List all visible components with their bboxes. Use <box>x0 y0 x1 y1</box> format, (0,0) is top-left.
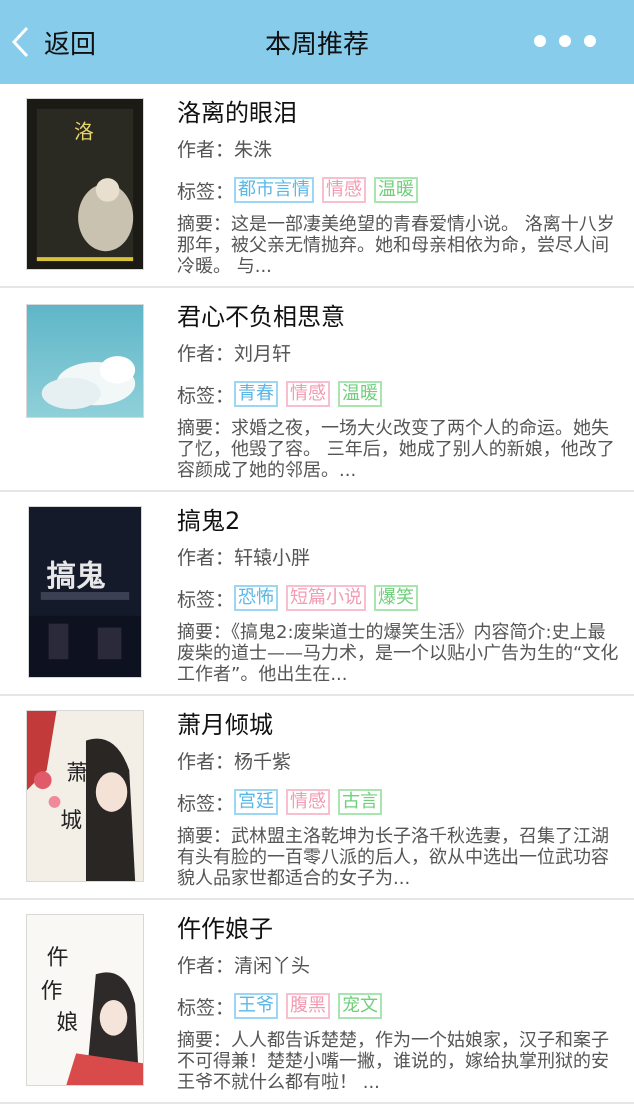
svg-text:城: 城 <box>60 809 82 834</box>
book-title: 仵作娘子 <box>177 915 273 943</box>
book-cover: 萧 城 <box>26 710 144 882</box>
book-item[interactable]: 搞鬼 搞鬼2 作者：轩辕小胖 标签： 恐怖 短篇小说 爆笑 摘要：《搞鬼2:废柴… <box>0 492 634 696</box>
tag[interactable]: 温暖 <box>338 381 383 407</box>
book-title: 君心不负相思意 <box>177 303 345 331</box>
svg-text:萧: 萧 <box>66 761 88 786</box>
svg-text:搞鬼: 搞鬼 <box>47 559 106 593</box>
tag[interactable]: 王爷 <box>234 993 279 1019</box>
book-item[interactable]: 君心不负相思意 作者：刘月轩 标签： 青春 情感 温暖 摘要：求婚之夜，一场大火… <box>0 288 634 492</box>
book-item[interactable]: 洛 洛离的眼泪 作者：朱洙 标签： 都市言情 情感 温暖 摘要：这是一部凄美绝望… <box>0 84 634 288</box>
book-summary: 摘要：武林盟主洛乾坤为长子洛千秋选妻，召集了江湖有头有脸的一百零八派的后人，欲从… <box>177 826 609 889</box>
tag[interactable]: 爆笑 <box>374 585 419 611</box>
tag[interactable]: 短篇小说 <box>286 585 367 611</box>
book-list: 洛 洛离的眼泪 作者：朱洙 标签： 都市言情 情感 温暖 摘要：这是一部凄美绝望… <box>0 84 634 1104</box>
svg-text:娘: 娘 <box>56 1011 78 1036</box>
cover-title-text: 洛 <box>74 120 94 143</box>
top-navbar: 返回 本周推荐 <box>0 0 634 84</box>
book-item[interactable]: 萧 城 萧月倾城 作者：杨千紫 标签： 宫廷 情感 古言 摘要：武林盟主洛乾坤为… <box>0 696 634 900</box>
book-item[interactable]: 仵 作 娘 仵作娘子 作者：清闲丫头 标签： 王爷 腹黑 宠文 摘要：人人都告诉… <box>0 900 634 1104</box>
tag-row: 标签： 王爷 腹黑 宠文 <box>177 986 620 1026</box>
tag[interactable]: 情感 <box>322 177 367 203</box>
book-cover: 搞鬼 <box>28 506 142 678</box>
more-dots-icon <box>534 35 546 47</box>
tag[interactable]: 都市言情 <box>234 177 315 203</box>
tag-row: 标签： 都市言情 情感 温暖 <box>177 170 620 210</box>
book-cover <box>26 304 144 418</box>
tag[interactable]: 情感 <box>286 789 331 815</box>
tag[interactable]: 青春 <box>234 381 279 407</box>
book-author: 作者：轩辕小胖 <box>177 547 311 569</box>
book-summary: 摘要：求婚之夜，一场大火改变了两个人的命运。她失了忆，他毁了容。 三年后，她成了… <box>177 418 615 481</box>
book-summary: 摘要：这是一部凄美绝望的青春爱情小说。 洛离十八岁那年，被父亲无情抛弃。她和母亲… <box>177 214 615 277</box>
book-author: 作者：杨千紫 <box>177 751 292 773</box>
tag-row: 标签： 宫廷 情感 古言 <box>177 782 620 822</box>
more-dots-icon <box>559 35 571 47</box>
tag-row: 标签： 恐怖 短篇小说 爆笑 <box>177 578 620 618</box>
tag[interactable]: 宠文 <box>338 993 383 1019</box>
tag[interactable]: 恐怖 <box>234 585 279 611</box>
tag[interactable]: 古言 <box>338 789 383 815</box>
tag[interactable]: 温暖 <box>374 177 419 203</box>
tags-label: 标签： <box>177 588 235 611</box>
book-cover: 洛 <box>26 98 144 270</box>
book-title: 洛离的眼泪 <box>177 99 297 127</box>
tags-label: 标签： <box>177 792 235 815</box>
book-author: 作者：刘月轩 <box>177 343 292 365</box>
book-title: 搞鬼2 <box>177 507 241 535</box>
more-dots-icon <box>584 35 596 47</box>
book-author: 作者：清闲丫头 <box>177 955 311 977</box>
tag[interactable]: 腹黑 <box>286 993 331 1019</box>
tags-label: 标签： <box>177 180 235 203</box>
more-button[interactable] <box>534 30 596 52</box>
tags-label: 标签： <box>177 384 235 407</box>
book-summary: 摘要：人人都告诉楚楚，作为一个姑娘家，汉子和案子不可得兼！楚楚小嘴一撇，谁说的，… <box>177 1030 609 1093</box>
tags-label: 标签： <box>177 996 235 1019</box>
book-summary: 摘要：《搞鬼2:废柴道士的爆笑生活》内容简介:史上最废柴的道士——马力术，是一个… <box>177 622 619 685</box>
book-title: 萧月倾城 <box>177 711 273 739</box>
tag-row: 标签： 青春 情感 温暖 <box>177 374 620 414</box>
tag[interactable]: 宫廷 <box>234 789 279 815</box>
book-author: 作者：朱洙 <box>177 139 273 161</box>
tag[interactable]: 情感 <box>286 381 331 407</box>
svg-text:作: 作 <box>41 979 63 1004</box>
book-cover: 仵 作 娘 <box>26 914 144 1086</box>
svg-text:仵: 仵 <box>47 945 69 970</box>
